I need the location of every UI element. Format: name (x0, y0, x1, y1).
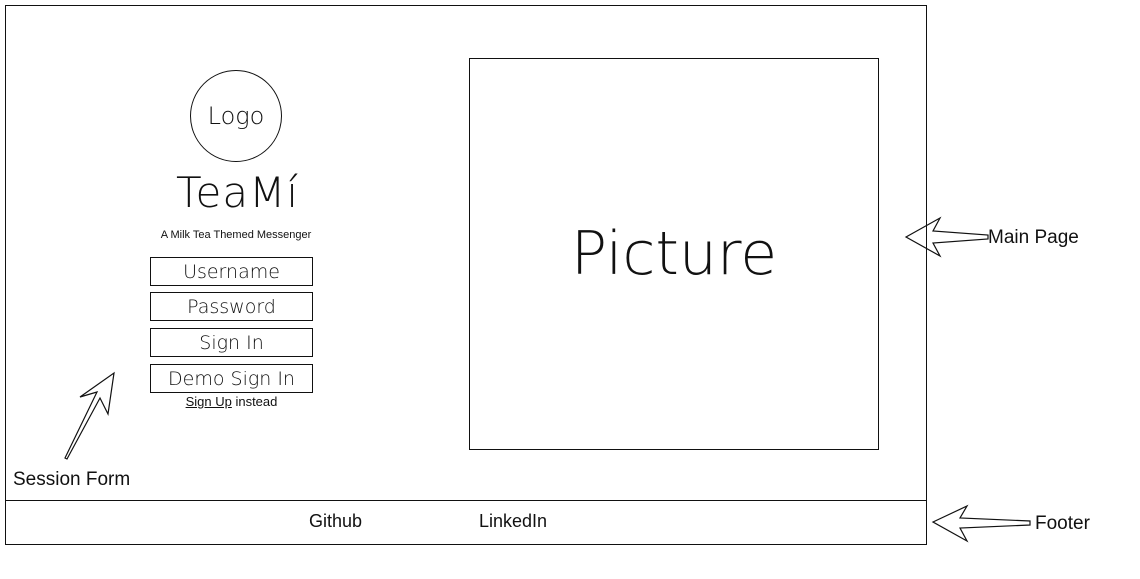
annotation-arrows (64, 216, 1031, 543)
footer-arrow (931, 504, 1031, 543)
main-page-arrow (904, 216, 989, 258)
session-form-arrow (64, 371, 115, 460)
